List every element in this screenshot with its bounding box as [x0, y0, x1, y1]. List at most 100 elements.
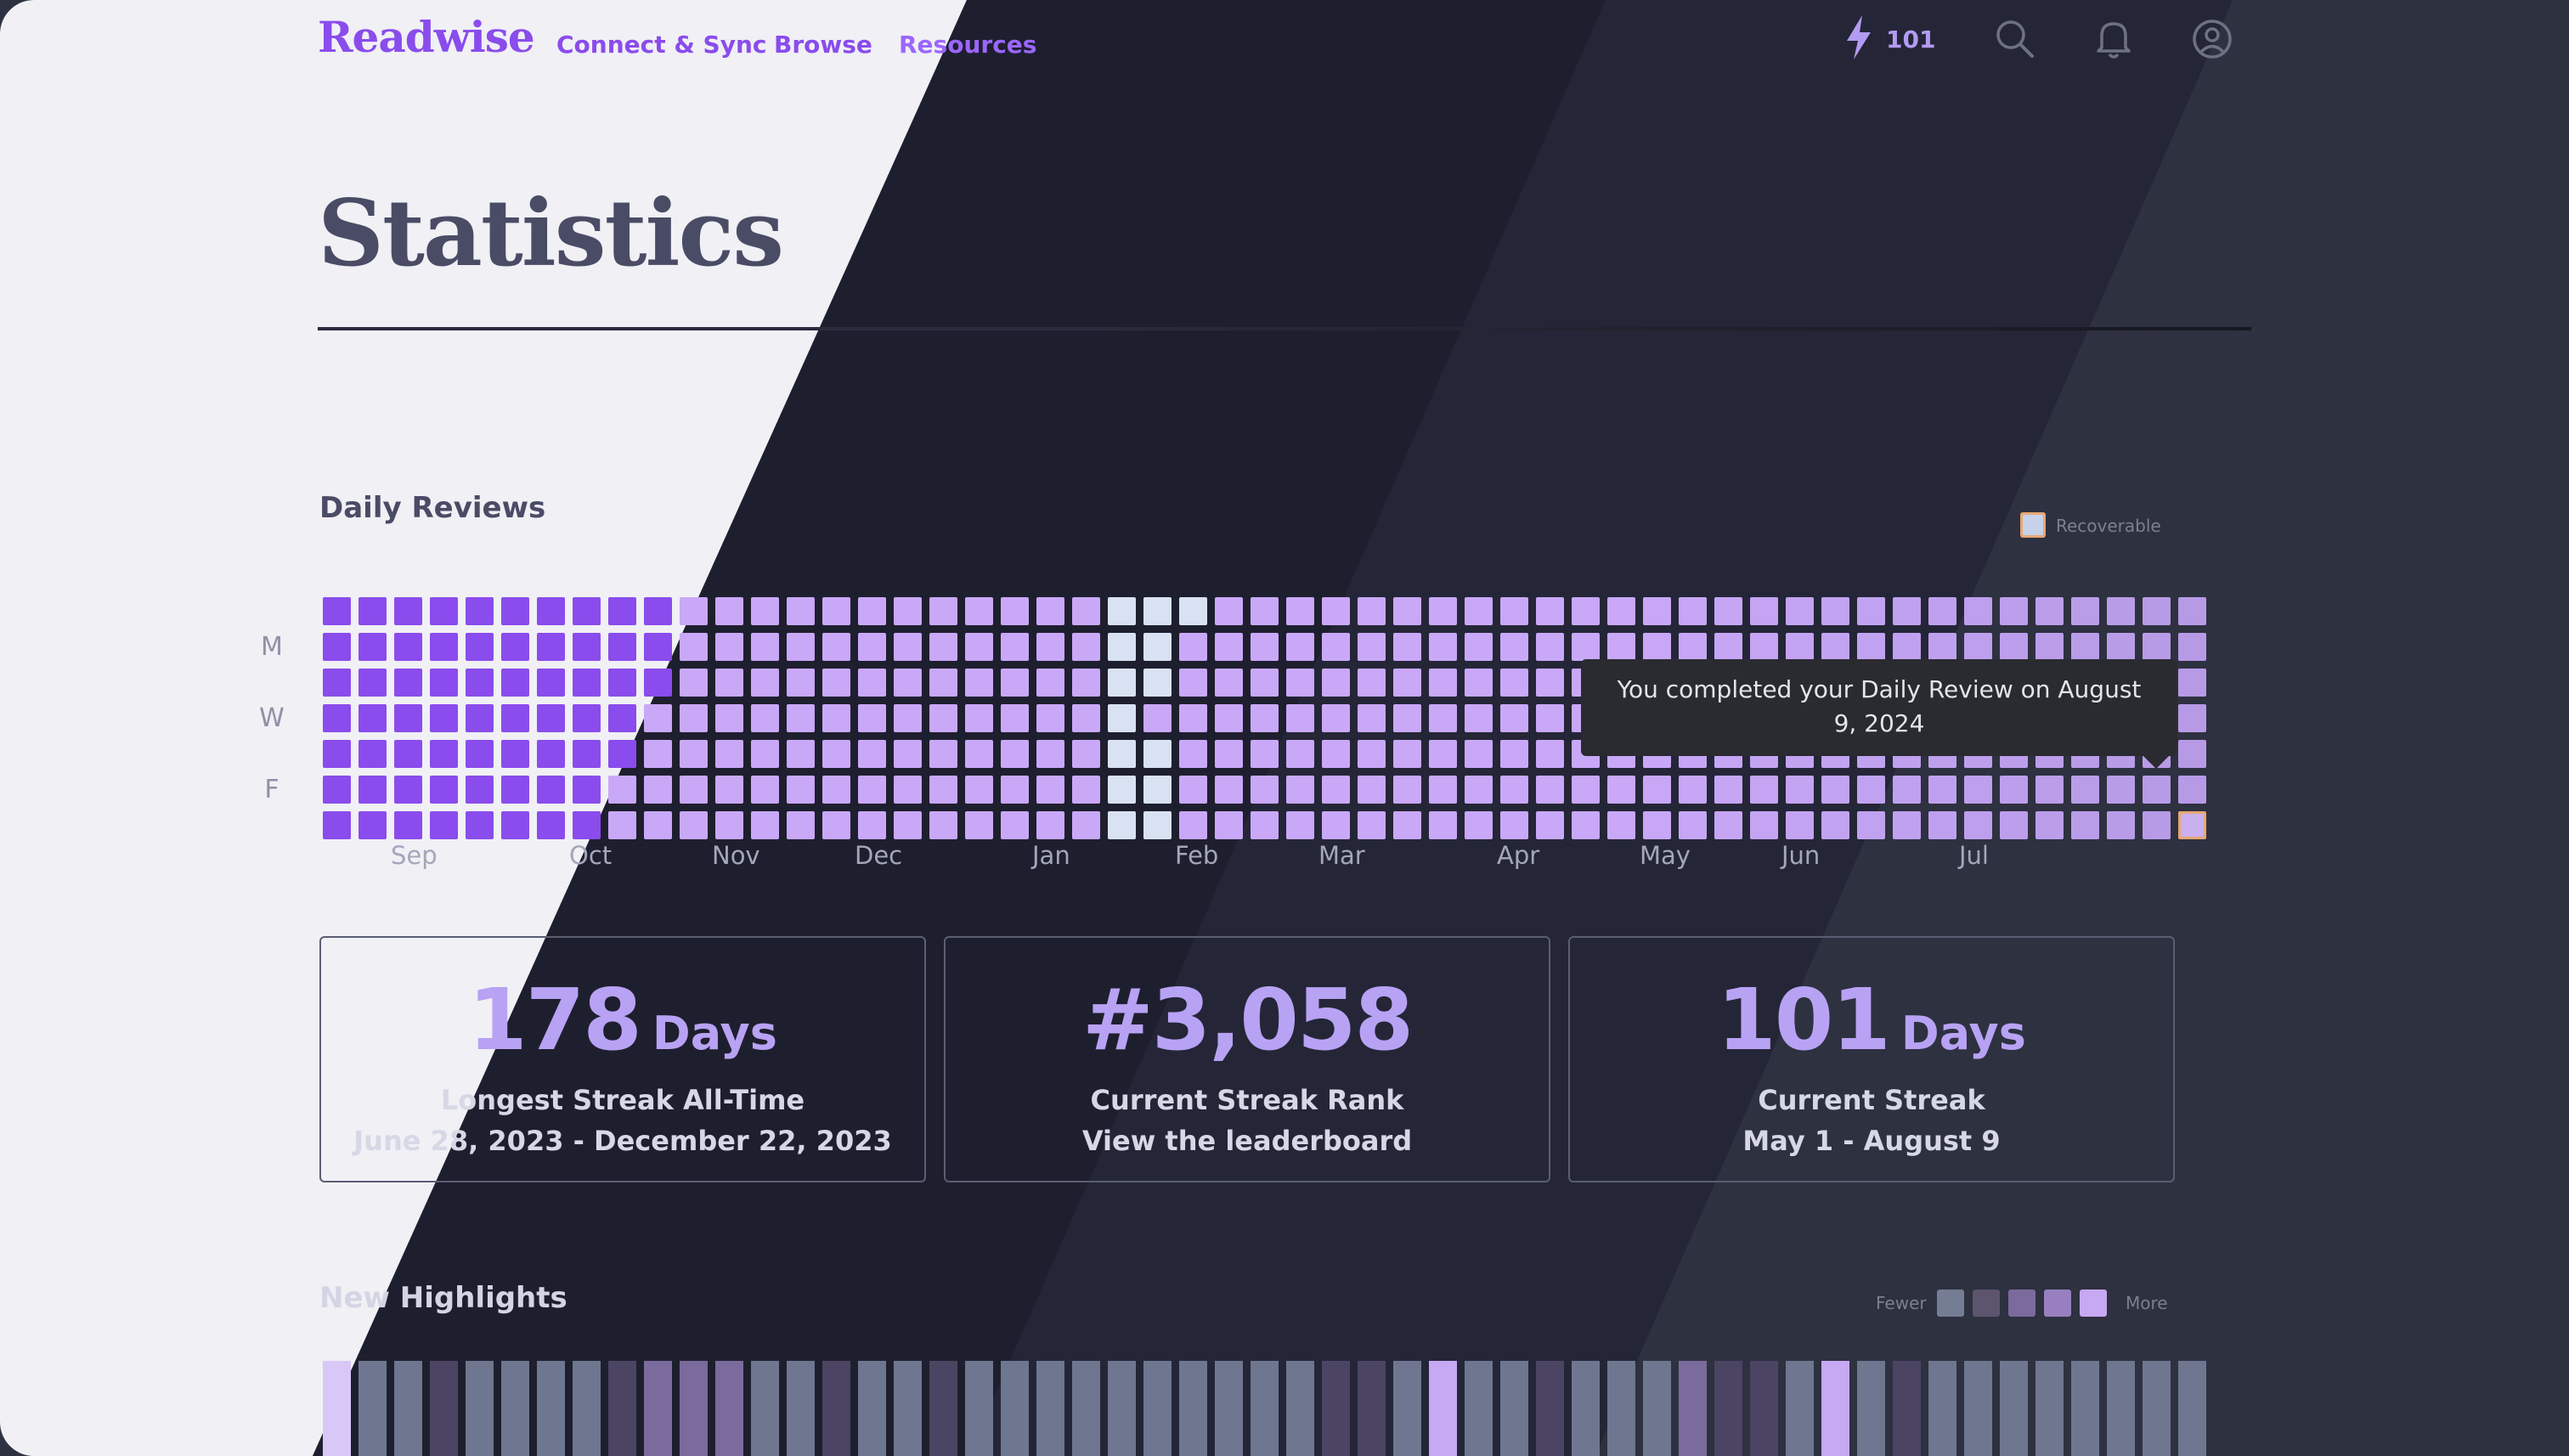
- review-day-cell[interactable]: [1429, 811, 1457, 839]
- review-day-cell[interactable]: [1964, 633, 1992, 661]
- review-day-cell[interactable]: [1679, 776, 1707, 804]
- review-day-cell[interactable]: [573, 811, 601, 839]
- review-day-cell[interactable]: [1036, 811, 1064, 839]
- review-day-cell[interactable]: [1143, 669, 1172, 697]
- review-day-cell[interactable]: [1215, 633, 1243, 661]
- highlights-week-bar[interactable]: [1572, 1361, 1600, 1456]
- review-day-cell[interactable]: [1465, 740, 1493, 768]
- review-day-cell[interactable]: [929, 669, 957, 697]
- review-day-cell[interactable]: [751, 597, 779, 625]
- review-day-cell[interactable]: [1643, 811, 1671, 839]
- review-day-cell[interactable]: [1143, 597, 1172, 625]
- review-day-cell[interactable]: [751, 740, 779, 768]
- review-day-cell[interactable]: [680, 597, 708, 625]
- review-day-cell[interactable]: [1143, 704, 1172, 732]
- highlights-week-bar[interactable]: [1643, 1361, 1671, 1456]
- review-day-cell[interactable]: [1714, 776, 1742, 804]
- highlights-week-bar[interactable]: [1465, 1361, 1493, 1456]
- review-day-cell[interactable]: [537, 740, 565, 768]
- review-day-cell[interactable]: [1536, 633, 1564, 661]
- review-day-cell[interactable]: [1500, 740, 1528, 768]
- review-day-cell[interactable]: [1108, 597, 1136, 625]
- review-day-cell[interactable]: [1322, 669, 1350, 697]
- highlights-week-bar[interactable]: [2107, 1361, 2135, 1456]
- review-day-cell[interactable]: [359, 811, 387, 839]
- review-day-cell[interactable]: [1429, 633, 1457, 661]
- review-day-cell[interactable]: [2107, 597, 2135, 625]
- review-day-cell[interactable]: [1215, 704, 1243, 732]
- review-day-cell[interactable]: [1251, 811, 1279, 839]
- review-day-cell[interactable]: [2143, 597, 2171, 625]
- review-day-cell[interactable]: [1750, 597, 1778, 625]
- review-day-cell[interactable]: [1928, 776, 1956, 804]
- highlights-week-bar[interactable]: [1857, 1361, 1885, 1456]
- review-day-cell[interactable]: [1108, 704, 1136, 732]
- review-day-cell[interactable]: [359, 669, 387, 697]
- review-day-cell[interactable]: [1001, 740, 1029, 768]
- review-day-cell[interactable]: [501, 811, 529, 839]
- review-day-cell[interactable]: [787, 669, 815, 697]
- highlights-week-bar[interactable]: [1786, 1361, 1814, 1456]
- review-day-cell[interactable]: [858, 633, 886, 661]
- review-day-cell[interactable]: [1643, 597, 1671, 625]
- review-day-cell[interactable]: [394, 633, 422, 661]
- review-day-cell[interactable]: [2071, 811, 2099, 839]
- highlights-week-bar[interactable]: [501, 1361, 529, 1456]
- review-day-cell[interactable]: [2071, 633, 2099, 661]
- review-day-cell[interactable]: [1607, 776, 1635, 804]
- review-day-cell[interactable]: [323, 633, 351, 661]
- review-day-cell[interactable]: [1001, 597, 1029, 625]
- highlights-week-bar[interactable]: [965, 1361, 993, 1456]
- review-day-cell[interactable]: [1143, 633, 1172, 661]
- review-day-cell[interactable]: [1465, 811, 1493, 839]
- review-day-cell[interactable]: [644, 633, 672, 661]
- review-day-cell[interactable]: [929, 811, 957, 839]
- review-day-cell[interactable]: [1465, 633, 1493, 661]
- review-day-cell[interactable]: [644, 811, 672, 839]
- review-day-cell[interactable]: [1964, 776, 1992, 804]
- review-day-cell[interactable]: [1964, 597, 1992, 625]
- review-day-cell[interactable]: [1393, 811, 1421, 839]
- review-day-cell[interactable]: [1358, 811, 1386, 839]
- review-day-cell[interactable]: [858, 669, 886, 697]
- review-day-cell[interactable]: [1928, 597, 1956, 625]
- review-day-cell[interactable]: [2178, 740, 2206, 768]
- review-day-cell[interactable]: [2143, 633, 2171, 661]
- review-day-cell[interactable]: [1786, 597, 1814, 625]
- highlights-week-bar[interactable]: [680, 1361, 708, 1456]
- highlights-week-bar[interactable]: [2071, 1361, 2099, 1456]
- review-day-cell[interactable]: [501, 776, 529, 804]
- review-day-cell[interactable]: [787, 776, 815, 804]
- highlights-week-bar[interactable]: [1322, 1361, 1350, 1456]
- review-day-cell[interactable]: [573, 776, 601, 804]
- review-day-cell[interactable]: [2035, 811, 2064, 839]
- review-day-cell[interactable]: [1215, 740, 1243, 768]
- nav-resources[interactable]: Resources: [899, 31, 1036, 59]
- review-day-cell[interactable]: [787, 704, 815, 732]
- review-day-cell[interactable]: [680, 811, 708, 839]
- highlights-week-bar[interactable]: [715, 1361, 743, 1456]
- review-day-cell[interactable]: [1536, 704, 1564, 732]
- review-day-cell[interactable]: [430, 704, 458, 732]
- review-day-cell[interactable]: [1750, 633, 1778, 661]
- review-day-cell[interactable]: [323, 776, 351, 804]
- review-day-cell[interactable]: [1500, 704, 1528, 732]
- review-day-cell[interactable]: [1928, 811, 1956, 839]
- review-day-cell[interactable]: [1036, 633, 1064, 661]
- highlights-week-bar[interactable]: [2178, 1361, 2206, 1456]
- review-day-cell[interactable]: [1465, 776, 1493, 804]
- highlights-week-bar[interactable]: [929, 1361, 957, 1456]
- review-day-cell[interactable]: [1679, 597, 1707, 625]
- highlights-week-bar[interactable]: [323, 1361, 351, 1456]
- review-day-cell[interactable]: [608, 597, 636, 625]
- review-day-cell[interactable]: [573, 669, 601, 697]
- highlights-week-bar[interactable]: [644, 1361, 672, 1456]
- review-day-cell[interactable]: [715, 811, 743, 839]
- review-day-cell[interactable]: [680, 740, 708, 768]
- review-day-cell[interactable]: [2178, 811, 2206, 839]
- review-day-cell[interactable]: [894, 740, 922, 768]
- review-day-cell[interactable]: [1251, 597, 1279, 625]
- review-day-cell[interactable]: [822, 776, 850, 804]
- review-day-cell[interactable]: [2107, 776, 2135, 804]
- review-day-cell[interactable]: [822, 633, 850, 661]
